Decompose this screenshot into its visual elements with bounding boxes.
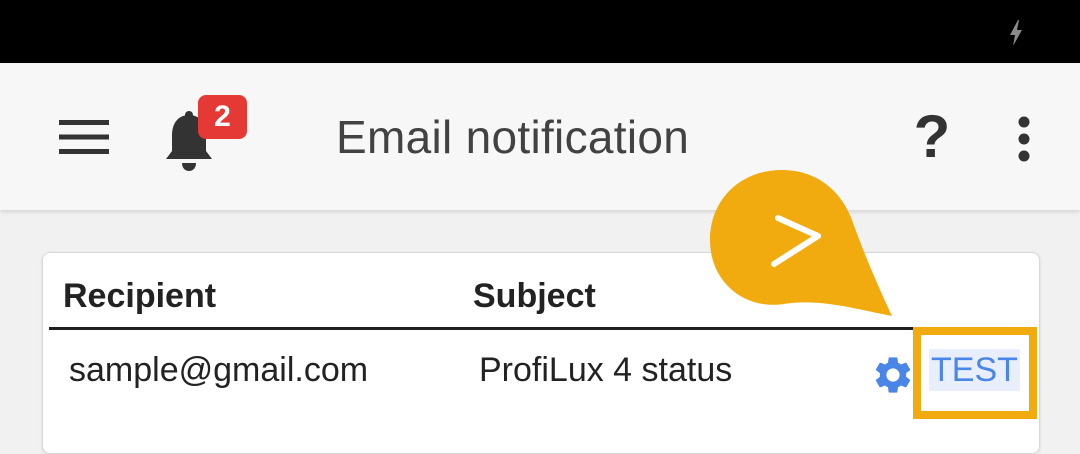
battery-charging-icon [1010, 20, 1022, 46]
app-bar: 2 Email notification ? [0, 63, 1080, 210]
more-vert-icon [1018, 116, 1030, 162]
tutorial-pointer[interactable] [700, 160, 910, 330]
test-button[interactable]: TEST [929, 349, 1020, 391]
page-title: Email notification [336, 111, 690, 163]
help-button[interactable]: ? [908, 105, 956, 169]
notification-badge: 2 [198, 95, 247, 139]
more-options-button[interactable] [1004, 109, 1044, 169]
menu-button[interactable] [54, 107, 114, 167]
settings-button[interactable] [871, 353, 915, 397]
recipient-cell: sample@gmail.com [69, 351, 369, 389]
subject-cell: ProfiLux 4 status [479, 351, 733, 389]
gear-icon [875, 357, 911, 393]
table-row[interactable]: sample@gmail.com ProfiLux 4 status TEST [49, 327, 1037, 419]
column-header-recipient: Recipient [63, 277, 217, 315]
status-bar [0, 0, 1080, 63]
notifications-button[interactable]: 2 [158, 95, 247, 173]
column-header-subject: Subject [473, 277, 596, 315]
menu-icon [59, 120, 109, 154]
